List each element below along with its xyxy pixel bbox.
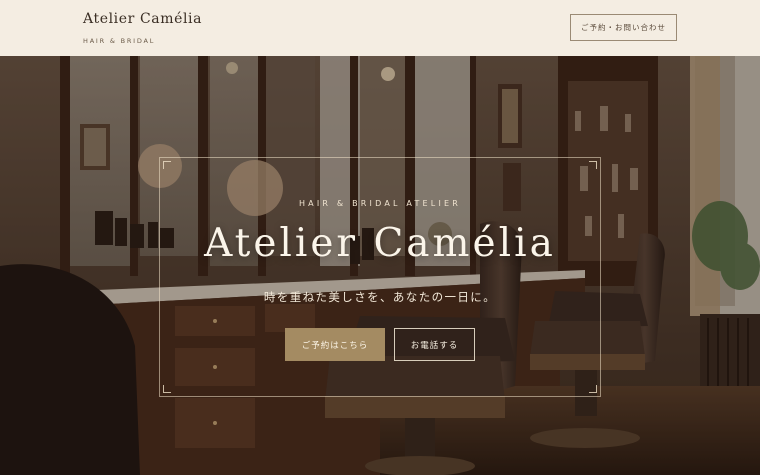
- brand-title[interactable]: Atelier Camélia: [83, 11, 202, 27]
- contact-button[interactable]: ご予約・お問い合わせ: [570, 14, 677, 41]
- reserve-button[interactable]: ご予約はこちら: [285, 328, 385, 361]
- hero-section: HAIR & BRIDAL ATELIER Atelier Camélia 時を…: [0, 56, 760, 475]
- frame-corner: [163, 161, 171, 169]
- site-header: Atelier Camélia HAIR & BRIDAL ご予約・お問い合わせ: [0, 0, 760, 56]
- hero-eyebrow: HAIR & BRIDAL ATELIER: [298, 199, 462, 208]
- frame-corner: [163, 385, 171, 393]
- brand-subtitle: HAIR & BRIDAL: [83, 37, 156, 45]
- hero-frame: [159, 157, 601, 397]
- frame-corner: [589, 161, 597, 169]
- call-button[interactable]: お電話する: [394, 328, 475, 361]
- frame-corner: [589, 385, 597, 393]
- hero-tagline: 時を重ねた美しさを、あなたの一日に。: [263, 290, 497, 304]
- hero-title: Atelier Camélia: [204, 221, 556, 266]
